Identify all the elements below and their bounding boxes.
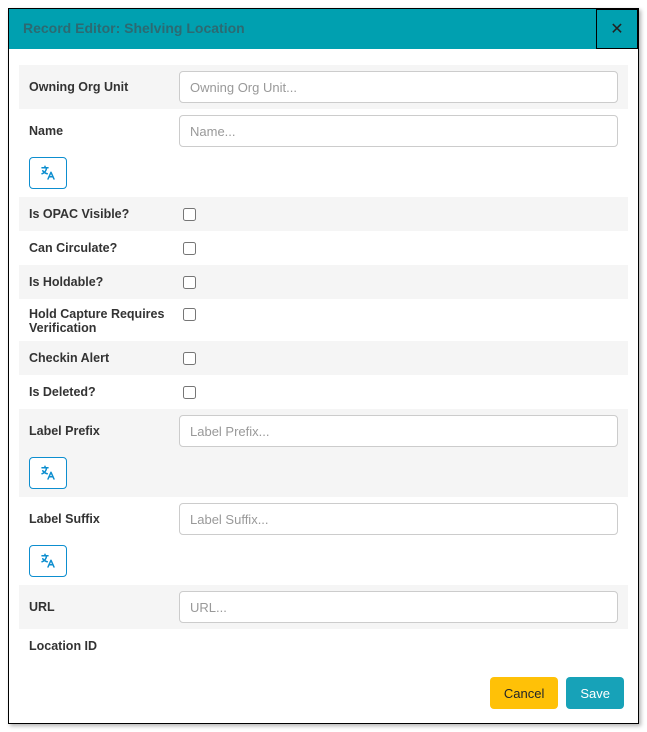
translate-row-suffix (19, 541, 628, 585)
translate-icon (39, 552, 57, 570)
opac-checkbox[interactable] (183, 208, 196, 221)
prefix-label: Label Prefix (29, 424, 179, 438)
hold-verify-checkbox[interactable] (183, 308, 196, 321)
name-input[interactable] (179, 115, 618, 147)
field-row-circ: Can Circulate? (19, 231, 628, 265)
close-icon: ✕ (610, 19, 623, 39)
field-row-url: URL (19, 585, 628, 629)
deleted-label: Is Deleted? (29, 385, 179, 399)
dialog-body: Owning Org Unit Name Is OPAC Visible? Ca… (9, 49, 638, 663)
dialog-header: Record Editor: Shelving Location ✕ (9, 9, 638, 49)
translate-suffix-button[interactable] (29, 545, 67, 577)
location-id-label: Location ID (29, 639, 179, 653)
field-row-location-id: Location ID (19, 629, 628, 663)
field-row-holdable: Is Holdable? (19, 265, 628, 299)
holdable-label: Is Holdable? (29, 275, 179, 289)
translate-row-prefix (19, 453, 628, 497)
field-row-prefix: Label Prefix (19, 409, 628, 453)
close-button[interactable]: ✕ (596, 9, 638, 49)
cancel-button[interactable]: Cancel (490, 677, 558, 709)
field-row-hold-verify: Hold Capture Requires Verification (19, 299, 628, 341)
record-editor-dialog: Record Editor: Shelving Location ✕ Ownin… (8, 8, 639, 724)
owning-org-label: Owning Org Unit (29, 80, 179, 94)
translate-icon (39, 464, 57, 482)
checkin-label: Checkin Alert (29, 351, 179, 365)
hold-verify-label: Hold Capture Requires Verification (29, 305, 179, 335)
translate-prefix-button[interactable] (29, 457, 67, 489)
suffix-input[interactable] (179, 503, 618, 535)
owning-org-input[interactable] (179, 71, 618, 103)
dialog-footer: Cancel Save (9, 663, 638, 723)
dialog-title: Record Editor: Shelving Location (9, 9, 596, 49)
field-row-owning-org: Owning Org Unit (19, 65, 628, 109)
translate-icon (39, 164, 57, 182)
name-label: Name (29, 124, 179, 138)
translate-name-button[interactable] (29, 157, 67, 189)
circ-checkbox[interactable] (183, 242, 196, 255)
circ-label: Can Circulate? (29, 241, 179, 255)
save-button[interactable]: Save (566, 677, 624, 709)
field-row-name: Name (19, 109, 628, 153)
opac-label: Is OPAC Visible? (29, 207, 179, 221)
checkin-checkbox[interactable] (183, 352, 196, 365)
field-row-opac: Is OPAC Visible? (19, 197, 628, 231)
deleted-checkbox[interactable] (183, 386, 196, 399)
translate-row-name (19, 153, 628, 197)
holdable-checkbox[interactable] (183, 276, 196, 289)
prefix-input[interactable] (179, 415, 618, 447)
field-row-deleted: Is Deleted? (19, 375, 628, 409)
field-row-checkin: Checkin Alert (19, 341, 628, 375)
url-input[interactable] (179, 591, 618, 623)
field-row-suffix: Label Suffix (19, 497, 628, 541)
url-label: URL (29, 600, 179, 614)
suffix-label: Label Suffix (29, 512, 179, 526)
